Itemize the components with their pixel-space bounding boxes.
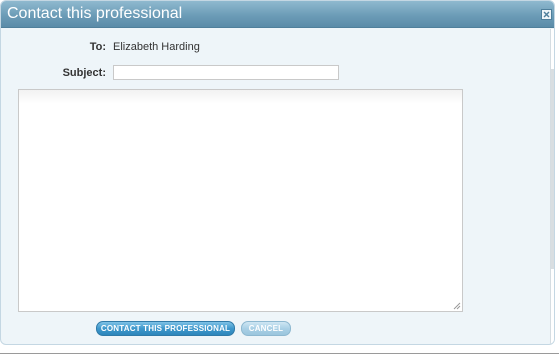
subject-input[interactable] <box>113 65 339 80</box>
message-textarea[interactable] <box>18 89 463 312</box>
page-scrollbar[interactable] <box>550 29 554 344</box>
contact-dialog: Contact this professional To: Elizabeth … <box>0 0 555 345</box>
dialog-titlebar: Contact this professional <box>1 1 554 28</box>
cancel-button[interactable]: CANCEL <box>241 321 291 336</box>
resize-grip-icon[interactable] <box>453 302 461 310</box>
close-button[interactable] <box>541 9 552 20</box>
divider <box>0 353 559 354</box>
close-icon <box>543 11 550 18</box>
recipient-name: Elizabeth Harding <box>113 41 200 53</box>
scrollbar-thumb[interactable] <box>551 69 554 269</box>
page: Contact this professional To: Elizabeth … <box>0 0 559 359</box>
dialog-title: Contact this professional <box>7 5 183 22</box>
to-label: To: <box>89 41 106 53</box>
subject-label: Subject: <box>62 67 106 79</box>
contact-professional-button[interactable]: CONTACT THIS PROFESSIONAL <box>96 321 235 336</box>
